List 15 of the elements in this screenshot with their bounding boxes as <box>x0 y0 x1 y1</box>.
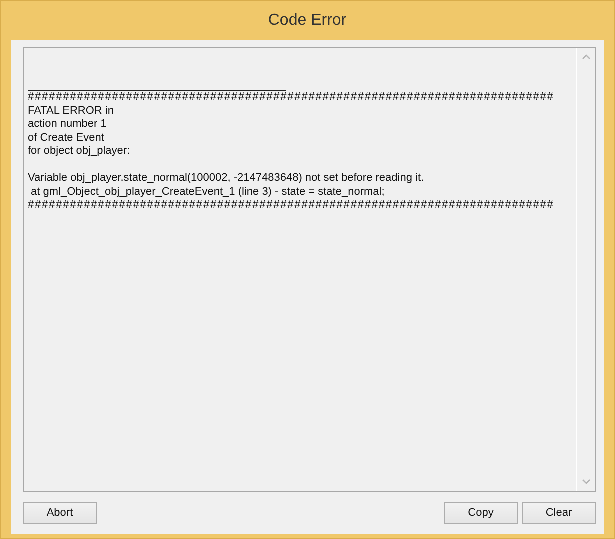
dialog-button[interactable]: Copy <box>444 502 518 524</box>
log-line: FATAL ERROR in <box>28 104 115 118</box>
log-line: ########################################################################### <box>28 199 556 212</box>
log-line: at gml_Object_obj_player_CreateEvent_1 (line 3) - state = state_normal; <box>30 186 386 199</box>
log-line: for object obj_player: <box>28 145 132 158</box>
scroll-down-icon[interactable] <box>582 479 590 485</box>
error-log-field[interactable] <box>23 47 596 492</box>
log-line: of Create Event <box>28 132 106 145</box>
log-line: action number 1 <box>28 118 108 132</box>
log-line: ########################################################################### <box>28 91 556 104</box>
window-title: Code Error <box>267 10 348 30</box>
dialog-button[interactable]: Abort <box>23 502 97 524</box>
scroll-up-icon[interactable] <box>582 54 590 60</box>
log-line: Variable obj_player.state_normal(100002, -2147483648) not set before reading it. <box>28 172 426 186</box>
dialog-button[interactable]: Clear <box>522 502 596 524</box>
